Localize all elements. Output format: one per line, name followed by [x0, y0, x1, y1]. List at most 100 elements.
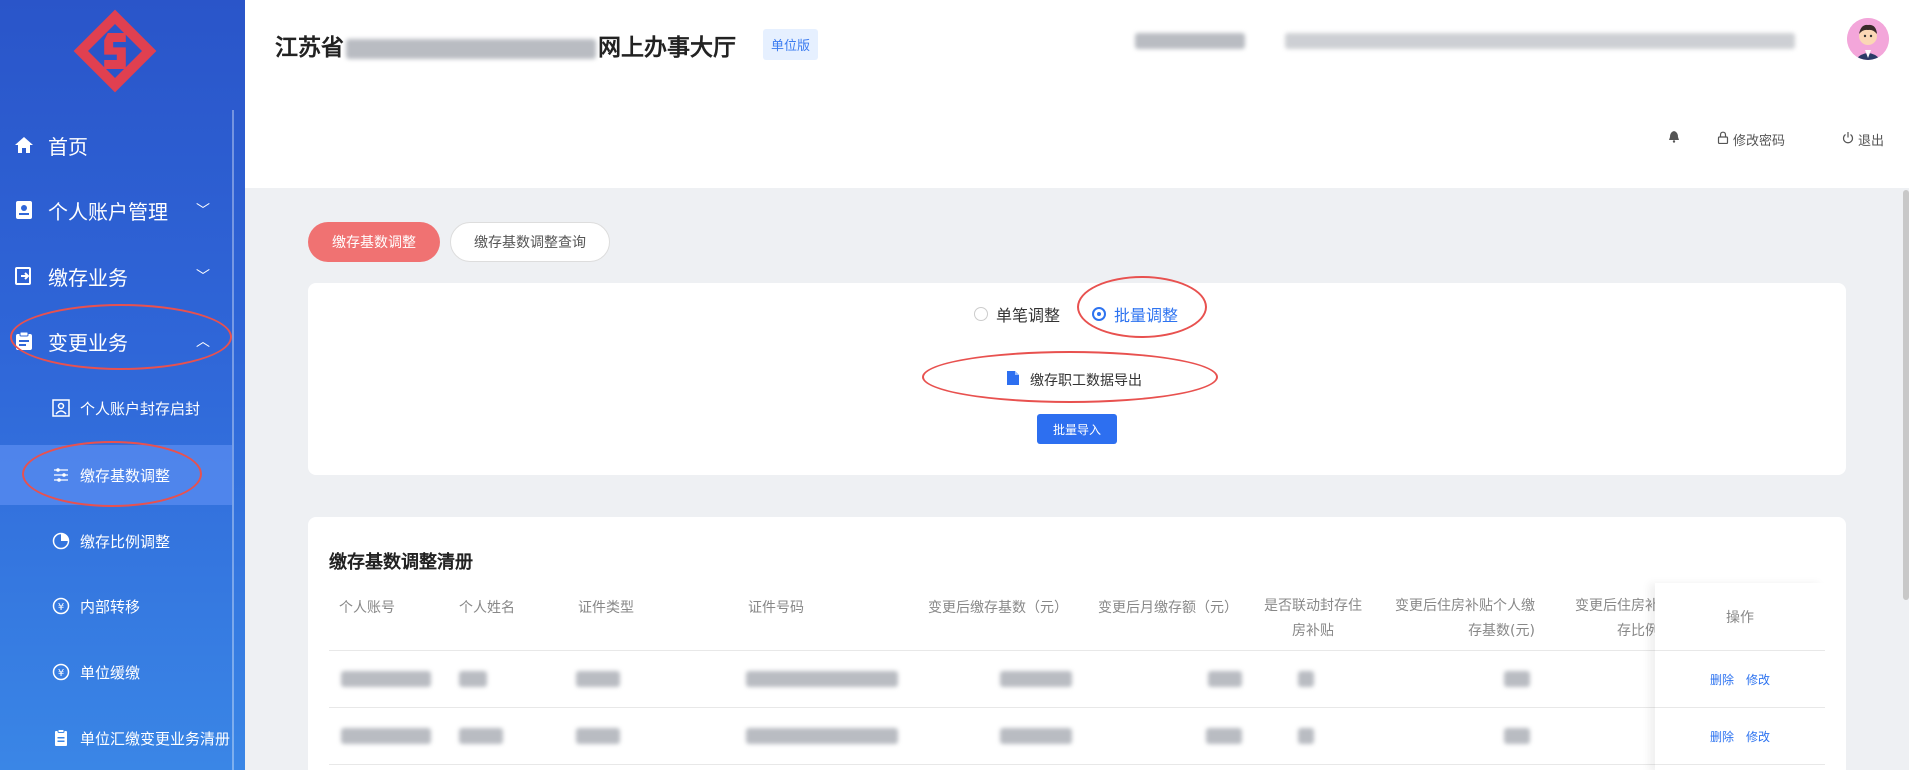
- chevron-down-icon: ﹀: [196, 203, 210, 219]
- redacted-cell: [1298, 671, 1314, 687]
- page-scrollbar[interactable]: [1903, 190, 1909, 600]
- sidebar-item-label: 变更业务: [48, 330, 128, 355]
- sidebar-item-label: 首页: [48, 134, 88, 159]
- sidebar-item-deposit[interactable]: 缴存业务 ﹀: [0, 246, 232, 306]
- file-icon: [1006, 370, 1020, 390]
- row-divider: [329, 707, 1825, 708]
- version-badge: 单位版: [763, 29, 819, 60]
- redacted-cell: [459, 728, 503, 744]
- sidebar: 首页 个人账户管理 ﹀ 缴存业务 ﹀ 变更业务 ︿ 个人账户封存启封 缴存基数调…: [0, 0, 245, 770]
- tab-base-adjust[interactable]: 缴存基数调整: [308, 222, 440, 262]
- yuan-transfer-icon: ¥: [50, 595, 72, 617]
- logout-link[interactable]: 退出: [1842, 130, 1884, 149]
- sidebar-subitem-ratio-adjust[interactable]: 缴存比例调整: [0, 511, 232, 571]
- row-divider: [329, 650, 1825, 651]
- notification-button[interactable]: [1668, 130, 1680, 147]
- title-start: 江苏省: [275, 35, 344, 61]
- sidebar-subitem-label: 单位缓缴: [80, 663, 141, 682]
- column-header: 是否联动封存住 房补贴: [1264, 598, 1362, 639]
- id-card-icon: [12, 198, 36, 222]
- redacted-cell: [576, 671, 620, 687]
- sidebar-item-label: 个人账户管理: [48, 199, 168, 224]
- sidebar-subitem-change-register[interactable]: 单位汇缴变更业务清册: [0, 708, 232, 768]
- sidebar-item-change[interactable]: 变更业务 ︿: [0, 311, 232, 371]
- lock-icon: [1717, 131, 1729, 148]
- column-header: 个人姓名: [459, 600, 515, 616]
- svg-text:¥: ¥: [58, 602, 64, 613]
- redacted-cell: [746, 728, 898, 744]
- document-icon: [50, 727, 72, 749]
- sidebar-subitem-base-adjust[interactable]: 缴存基数调整: [0, 445, 232, 505]
- redacted-cell: [1000, 728, 1072, 744]
- page-title: 江苏省 网上办事大厅: [275, 28, 736, 62]
- change-password-label: 修改密码: [1733, 134, 1786, 149]
- delete-button[interactable]: 删除: [1710, 728, 1734, 745]
- row-divider: [329, 764, 1825, 765]
- single-adjust-radio[interactable]: 单笔调整: [974, 302, 1060, 326]
- sidebar-subitem-label: 单位汇缴变更业务清册: [80, 729, 231, 748]
- column-header: 变更后月缴存额（元）: [1098, 600, 1238, 616]
- column-header: 变更后缴存基数（元）: [928, 600, 1068, 616]
- redacted-cell: [341, 728, 431, 744]
- redacted-cell: [459, 671, 487, 687]
- column-header: 变更后住房补 存比例: [1575, 598, 1659, 639]
- avatar[interactable]: [1847, 18, 1889, 60]
- column-header: 个人账号: [339, 600, 395, 616]
- redacted-org-name: [1285, 33, 1795, 49]
- change-password-link[interactable]: 修改密码: [1717, 130, 1785, 149]
- title-end: 网上办事大厅: [598, 35, 736, 61]
- sidebar-subitem-label: 缴存比例调整: [80, 532, 171, 551]
- redacted-cell: [1208, 671, 1242, 687]
- export-label: 缴存职工数据导出: [1030, 373, 1142, 389]
- redacted-cell: [746, 671, 898, 687]
- list-title: 缴存基数调整清册: [329, 552, 473, 573]
- clipboard-icon: [12, 329, 36, 353]
- sidebar-item-personal-account[interactable]: 个人账户管理 ﹀: [0, 180, 232, 240]
- column-header: 证件号码: [748, 600, 804, 616]
- export-staff-data-link[interactable]: 缴存职工数据导出: [1006, 370, 1142, 390]
- chevron-up-icon: ︿: [196, 334, 210, 350]
- tab-base-adjust-query[interactable]: 缴存基数调整查询: [450, 222, 610, 262]
- sidebar-subitem-deferred-payment[interactable]: ¥ 单位缓缴: [0, 642, 232, 702]
- batch-adjust-label: 批量调整: [1114, 306, 1179, 325]
- redacted-org-code: [1135, 33, 1245, 49]
- sidebar-item-label: 缴存业务: [48, 265, 128, 290]
- account-lock-icon: [50, 397, 72, 419]
- sidebar-item-home[interactable]: 首页: [0, 115, 232, 175]
- column-header: 变更后住房补贴个人缴 存基数(元): [1395, 598, 1535, 639]
- radio-unchecked-icon: [974, 307, 988, 321]
- redacted-cell: [576, 728, 620, 744]
- redacted-text: [346, 38, 596, 59]
- sidebar-scrollbar[interactable]: [232, 110, 234, 770]
- column-header: 操作: [1726, 610, 1754, 626]
- delete-button[interactable]: 删除: [1710, 671, 1734, 688]
- sidebar-subitem-account-seal[interactable]: 个人账户封存启封: [0, 378, 232, 438]
- row-divider: [1655, 650, 1825, 651]
- redacted-cell: [1206, 728, 1242, 744]
- edit-button[interactable]: 修改: [1746, 728, 1770, 745]
- pie-chart-icon: [50, 530, 72, 552]
- redacted-cell: [1504, 728, 1530, 744]
- sidebar-subitem-label: 缴存基数调整: [80, 466, 171, 485]
- deposit-icon: [12, 264, 36, 288]
- batch-adjust-radio[interactable]: 批量调整: [1092, 302, 1178, 326]
- yuan-defer-icon: ¥: [50, 661, 72, 683]
- bell-icon: [1668, 130, 1680, 147]
- radio-checked-icon: [1092, 307, 1106, 321]
- batch-import-button[interactable]: 批量导入: [1037, 414, 1117, 444]
- sidebar-subitem-internal-transfer[interactable]: ¥ 内部转移: [0, 576, 232, 636]
- chevron-down-icon: ﹀: [196, 269, 210, 285]
- row-divider: [1655, 707, 1825, 708]
- sidebar-subitem-label: 个人账户封存启封: [80, 399, 201, 418]
- logout-label: 退出: [1858, 134, 1885, 149]
- redacted-cell: [1298, 728, 1314, 744]
- edit-button[interactable]: 修改: [1746, 671, 1770, 688]
- column-header: 证件类型: [578, 600, 634, 616]
- redacted-cell: [1000, 671, 1072, 687]
- redacted-cell: [341, 671, 431, 687]
- sidebar-subitem-label: 内部转移: [80, 597, 141, 616]
- row-divider: [1655, 764, 1825, 765]
- logo-icon: [73, 9, 157, 93]
- single-adjust-label: 单笔调整: [996, 306, 1061, 325]
- power-icon: [1842, 131, 1854, 148]
